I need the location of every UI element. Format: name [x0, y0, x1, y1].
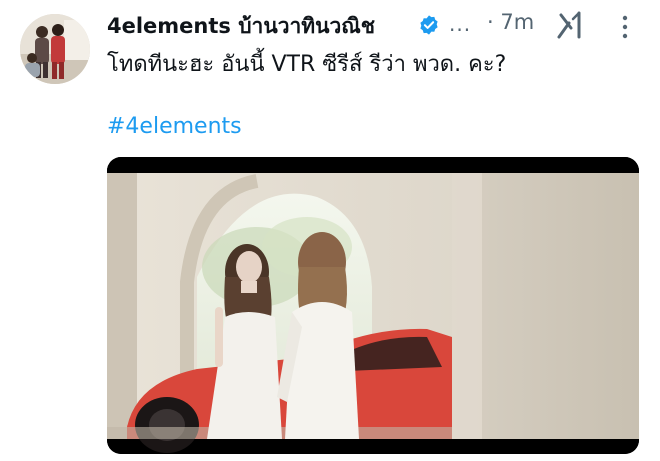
tweet-text: โทดทีนะฮะ อันนี้ VTR ซีรีส์ รีว่า พวด. ค… [107, 52, 507, 77]
video-frame-image [107, 157, 639, 454]
verified-badge-icon [420, 15, 438, 35]
author-name[interactable]: 4elements บ้านวาทินวณิช [107, 10, 375, 43]
tweet-media-video[interactable] [107, 157, 639, 454]
tweet-timestamp[interactable]: · 7m [487, 10, 534, 34]
grok-xai-icon[interactable] [557, 11, 583, 39]
author-avatar[interactable] [20, 14, 90, 84]
more-vertical-icon[interactable] [617, 14, 633, 40]
hashtag-link[interactable]: #4elements [107, 114, 242, 139]
header-ellipsis: ... [449, 12, 472, 36]
